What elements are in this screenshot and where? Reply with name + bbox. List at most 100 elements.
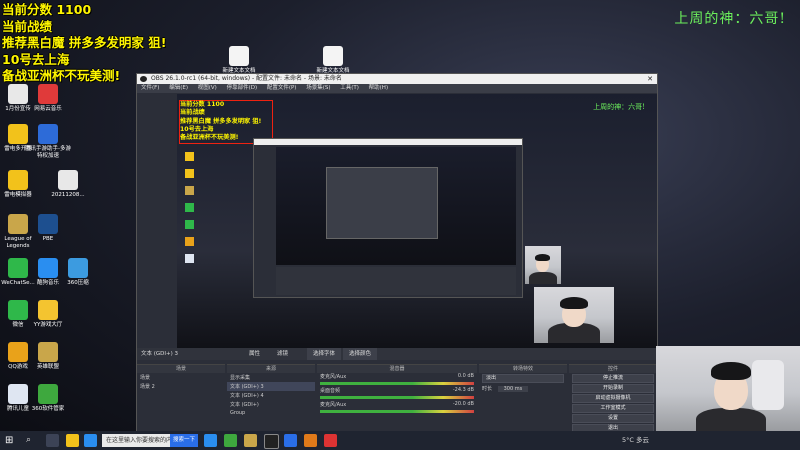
search-icon[interactable]: ⌕ — [26, 434, 39, 447]
selected-source-label: 文本 (GDI+) 3 — [141, 351, 179, 357]
sources-dock: 来源 显示采集 文本 (GDI+) 3 文本 (GDI+) 4 文本 (GDI+… — [227, 364, 315, 433]
desktop-icon-label: 360压缩 — [67, 280, 89, 286]
app-icon — [38, 384, 58, 404]
desktop-icon[interactable]: 20211208... — [43, 170, 93, 199]
desktop-icon[interactable]: 网易云音乐 — [23, 84, 73, 113]
taskbar-app-icon[interactable] — [244, 434, 257, 447]
desktop-icon-label: 20211208... — [51, 192, 85, 198]
desktop-icon-text-doc-2[interactable]: 新建文本文档 — [308, 46, 358, 75]
menu-profile[interactable]: 配置文件(P) — [267, 85, 297, 91]
desktop-icon[interactable]: 腾讯手游助手-多游特权加速 — [23, 124, 73, 160]
overlay-recommend: 推荐黑白魔 拼多多发明家 狙! — [2, 35, 167, 50]
desktop-icon[interactable]: YY游戏大厅 — [23, 300, 73, 329]
start-virtual-camera-button[interactable]: 启动虚拟摄像机 — [572, 394, 654, 403]
search-submit-button[interactable]: 搜索一下 — [170, 434, 198, 447]
taskbar-app-icon[interactable] — [324, 434, 337, 447]
taskbar: ⊞ ⌕ 在这里输入你要搜索的内容 搜索一下 5°C 多云 — [0, 431, 800, 450]
taskbar-app-icon[interactable] — [204, 434, 217, 447]
obs-logo-icon — [140, 76, 147, 82]
main-webcam — [656, 346, 800, 431]
transition-select[interactable]: 淡出 — [482, 374, 564, 383]
desktop-icon[interactable]: PBE — [23, 214, 73, 243]
desktop-icon-label: PBE — [42, 236, 54, 242]
duration-label: 时长 — [482, 386, 493, 392]
start-recording-button[interactable]: 开始录制 — [572, 384, 654, 393]
volume-meter — [320, 396, 474, 399]
obs-menubar: 文件(F) 编辑(E) 视图(V) 停靠部件(D) 配置文件(P) 场景集(S)… — [137, 84, 657, 93]
desktop-icon-label: YY游戏大厅 — [33, 322, 63, 328]
overlay-record: 当前战绩 — [2, 18, 53, 34]
overlay-schedule: 10号去上海 — [2, 51, 70, 67]
taskbar-app-icon[interactable] — [224, 434, 237, 447]
menu-file[interactable]: 文件(F) — [141, 85, 159, 91]
stop-streaming-button[interactable]: 停止推流 — [572, 374, 654, 383]
app-icon — [38, 124, 58, 144]
select-font-button[interactable]: 选择字体 — [307, 348, 342, 360]
obs-titlebar[interactable]: OBS 26.1.0-rc1 (64-bit, windows) - 配置文件:… — [137, 74, 657, 84]
transitions-dock: 转场特效 淡出 时长 300 ms — [479, 364, 567, 433]
desktop-icon[interactable]: 雷电模拟器 — [0, 170, 43, 199]
volume-meter — [320, 410, 474, 413]
scene-item[interactable]: 场景 2 — [137, 382, 225, 391]
scene-item[interactable]: 场景 — [137, 373, 225, 382]
text-doc-icon — [229, 46, 249, 66]
nested-obs-window — [253, 138, 523, 298]
preview-icon-column — [183, 144, 213, 344]
scenes-dock-title: 场景 — [137, 365, 225, 373]
mixer-channel-name: 麦克风/Aux — [320, 402, 347, 408]
edge-icon[interactable] — [84, 434, 97, 447]
mixer-channel-db: 0.0 dB — [457, 373, 474, 379]
app-icon — [38, 342, 58, 362]
volume-meter — [320, 382, 474, 385]
source-item[interactable]: 文本 (GDI+) — [227, 400, 315, 409]
taskbar-app-icon[interactable] — [284, 434, 297, 447]
mixer-channel-db: -24.3 dB — [452, 387, 474, 393]
text-doc-icon — [323, 46, 343, 66]
mixer-channel-name: 麦克风/Aux — [320, 374, 347, 380]
desktop-icon-label: 微信 — [12, 322, 24, 328]
mixer-channel-name: 桌面音频 — [320, 388, 341, 394]
overlay-weekly-god: 上周的神：六哥! — [674, 11, 786, 27]
weather-widget[interactable]: 5°C 多云 — [622, 434, 649, 447]
source-item[interactable]: Group — [227, 409, 315, 417]
obs-title: OBS 26.1.0-rc1 (64-bit, windows) - 配置文件:… — [151, 75, 342, 82]
windows-start-icon[interactable]: ⊞ — [5, 434, 18, 447]
menu-view[interactable]: 视图(V) — [198, 85, 217, 91]
obs-taskbar-icon[interactable] — [264, 434, 279, 449]
desktop-icon-label: 网易云音乐 — [34, 106, 62, 112]
app-icon — [68, 258, 88, 278]
studio-mode-button[interactable]: 工作室模式 — [572, 404, 654, 413]
task-view-icon[interactable] — [46, 434, 59, 447]
desktop-icon[interactable]: 360压缩 — [53, 258, 103, 287]
desktop-icon[interactable]: 英雄联盟 — [23, 342, 73, 371]
desktop-icon[interactable]: 360软件管家 — [23, 384, 73, 413]
controls-dock-title: 控件 — [569, 365, 657, 373]
close-icon[interactable]: ✕ — [647, 74, 653, 84]
transitions-dock-title: 转场特效 — [479, 365, 567, 373]
mixer-dock-title: 混音器 — [317, 365, 477, 373]
menu-scene-collection[interactable]: 场景集(S) — [306, 85, 330, 91]
desktop-icon-text-doc-1[interactable]: 新建文本文档 — [214, 46, 264, 75]
taskbar-app-icon[interactable] — [304, 434, 317, 447]
preview-webcam — [525, 246, 561, 284]
menu-tools[interactable]: 工具(T) — [340, 85, 359, 91]
app-icon — [38, 300, 58, 320]
select-color-button[interactable]: 选择颜色 — [343, 348, 378, 360]
menu-docks[interactable]: 停靠部件(D) — [227, 85, 258, 91]
properties-button[interactable]: 属性 — [249, 348, 260, 360]
file-explorer-icon[interactable] — [66, 434, 79, 447]
overlay-score: 当前分数 1100 — [2, 2, 92, 17]
source-item[interactable]: 文本 (GDI+) 4 — [227, 391, 315, 400]
menu-help[interactable]: 帮助(H) — [369, 85, 388, 91]
menu-edit[interactable]: 编辑(E) — [169, 85, 188, 91]
source-item[interactable]: 显示采集 — [227, 373, 315, 382]
filters-button[interactable]: 滤镜 — [277, 348, 288, 360]
source-item[interactable]: 文本 (GDI+) 3 — [227, 382, 315, 391]
scene-webcam — [534, 287, 614, 343]
mixer-dock: 混音器 麦克风/Aux 0.0 dB 桌面音频 -24.3 dB 麦克风/Aux -2… — [317, 364, 477, 433]
controls-dock: 控件 停止推流 开始录制 启动虚拟摄像机 工作室模式 设置 退出 — [569, 364, 657, 433]
sources-dock-title: 来源 — [227, 365, 315, 373]
settings-button[interactable]: 设置 — [572, 414, 654, 423]
source-toolbar: 文本 (GDI+) 3 属性 滤镜 选择字体 选择颜色 — [137, 348, 657, 360]
duration-input[interactable]: 300 ms — [497, 386, 529, 392]
